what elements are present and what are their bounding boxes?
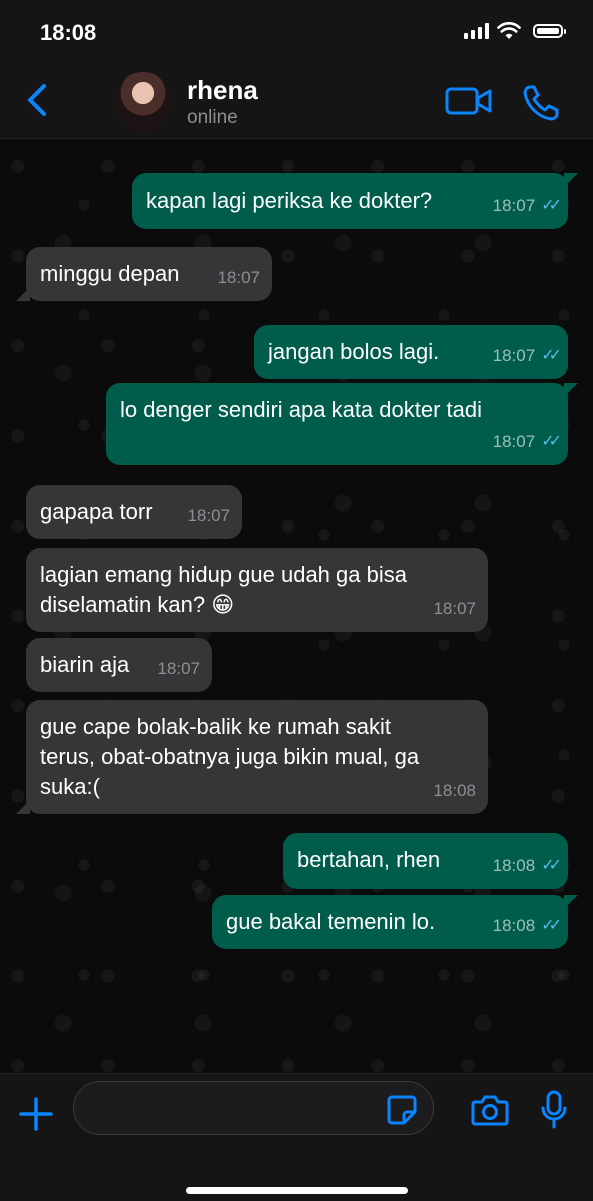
status-time: 18:08 [40,20,97,45]
status-icons [464,22,566,40]
message-time: 18:07 [492,346,536,365]
message-time: 18:07 [187,506,230,525]
read-receipt-icon: ✓✓ [541,857,562,874]
avatar[interactable] [113,72,173,132]
message-text: kapan lagi periksa ke dokter? [146,188,433,213]
message-bubble-outgoing[interactable]: bertahan, rhen 18:08 ✓✓ [283,833,568,889]
home-indicator [186,1187,408,1194]
battery-icon [533,24,566,38]
message-text: gue cape bolak-balik ke rumah sakit teru… [40,714,420,799]
message-time: 18:08 [433,781,476,800]
message-meta: 18:08 [433,776,476,806]
message-bubble-incoming[interactable]: minggu depan 18:07 [16,247,272,301]
camera-icon[interactable] [471,1094,509,1126]
message-list[interactable]: kapan lagi periksa ke dokter? 18:07 ✓✓ mi… [0,139,593,1073]
message-bubble-incoming[interactable]: biarin aja 18:07 [26,638,212,692]
message-time: 18:07 [492,196,536,215]
contact-name[interactable]: rhena [187,75,258,106]
wifi-icon [497,22,521,39]
signal-icon [464,23,489,39]
message-meta: 18:08 ✓✓ [492,911,562,941]
message-text: lagian emang hidup gue udah ga bisa dise… [40,562,407,617]
message-meta: 18:07 ✓✓ [492,191,562,221]
read-receipt-icon: ✓✓ [541,433,562,450]
message-time: 18:07 [492,432,536,451]
message-bubble-incoming[interactable]: lagian emang hidup gue udah ga bisa dise… [26,548,488,632]
message-bubble-outgoing[interactable]: lo denger sendiri apa kata dokter tadi 1… [106,383,578,465]
message-bubble-outgoing[interactable]: jangan bolos lagi. 18:07 ✓✓ [254,325,568,379]
message-text: biarin aja [40,652,130,677]
message-meta: 18:07 [217,263,260,293]
read-receipt-icon: ✓✓ [541,917,562,934]
status-bar: 18:08 [0,0,593,62]
message-time: 18:07 [157,659,200,678]
message-bubble-incoming[interactable]: gue cape bolak-balik ke rumah sakit teru… [16,700,488,814]
message-meta: 18:07 ✓✓ [492,341,562,371]
message-bubble-outgoing[interactable]: gue bakal temenin lo. 18:08 ✓✓ [212,895,578,949]
message-meta: 18:07 ✓✓ [492,427,562,457]
video-call-icon[interactable] [445,86,493,116]
message-bubble-incoming[interactable]: gapapa torr 18:07 [26,485,242,539]
message-time: 18:08 [492,856,536,875]
chevron-left-icon[interactable] [22,82,52,118]
message-text: bertahan, rhen [297,847,441,872]
message-text: gapapa torr [40,499,153,524]
sticker-icon[interactable] [386,1094,418,1126]
message-text: gue bakal temenin lo. [226,909,436,934]
message-meta: 18:07 [157,654,200,684]
message-time: 18:08 [492,916,536,935]
message-bubble-outgoing[interactable]: kapan lagi periksa ke dokter? 18:07 ✓✓ [132,173,578,229]
message-text: minggu depan [40,261,180,286]
message-meta: 18:07 [433,594,476,624]
message-text: jangan bolos lagi. [268,339,440,364]
chat-header: rhena online [0,62,593,139]
message-time: 18:07 [217,268,260,287]
phone-icon[interactable] [522,84,560,122]
composer-bar [0,1073,593,1201]
message-text: lo denger sendiri apa kata dokter tadi [120,397,483,422]
message-meta: 18:07 [187,501,230,531]
message-input[interactable] [73,1081,434,1135]
plus-icon[interactable] [18,1096,54,1132]
contact-status: online [187,107,238,128]
message-time: 18:07 [433,599,476,618]
read-receipt-icon: ✓✓ [541,347,562,364]
read-receipt-icon: ✓✓ [541,197,562,214]
message-meta: 18:08 ✓✓ [492,851,562,881]
microphone-icon[interactable] [540,1090,568,1130]
